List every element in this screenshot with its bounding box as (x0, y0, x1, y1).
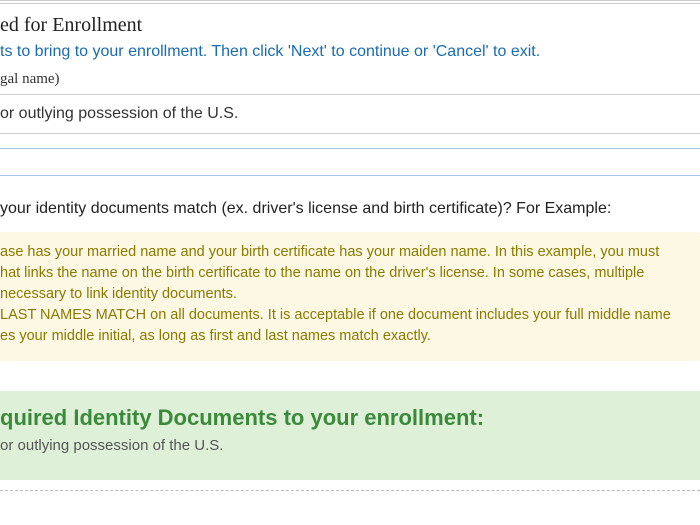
divider (0, 133, 700, 134)
warning-line: LAST NAMES MATCH on all documents. It is… (0, 305, 686, 326)
identity-match-question: your identity documents match (ex. drive… (0, 176, 700, 232)
location-text: or outlying possession of the U.S. (0, 95, 700, 133)
warning-line: hat links the name on the birth certific… (0, 263, 686, 284)
page-title: ed for Enrollment (0, 4, 700, 43)
required-docs-box: quired Identity Documents to your enroll… (0, 391, 700, 480)
legal-name-label: gal name) (0, 71, 700, 94)
instructions-text: ts to bring to your enrollment. Then cli… (0, 43, 700, 71)
warning-box: ase has your married name and your birth… (0, 232, 700, 361)
warning-line: es your middle initial, as long as first… (0, 326, 686, 347)
required-docs-heading: quired Identity Documents to your enroll… (0, 405, 700, 437)
warning-line: necessary to link identity documents. (0, 284, 686, 305)
warning-line: ase has your married name and your birth… (0, 242, 686, 263)
empty-blue-band (0, 148, 700, 176)
required-docs-subtext: or outlying possession of the U.S. (0, 437, 700, 454)
dashed-divider (0, 490, 700, 491)
